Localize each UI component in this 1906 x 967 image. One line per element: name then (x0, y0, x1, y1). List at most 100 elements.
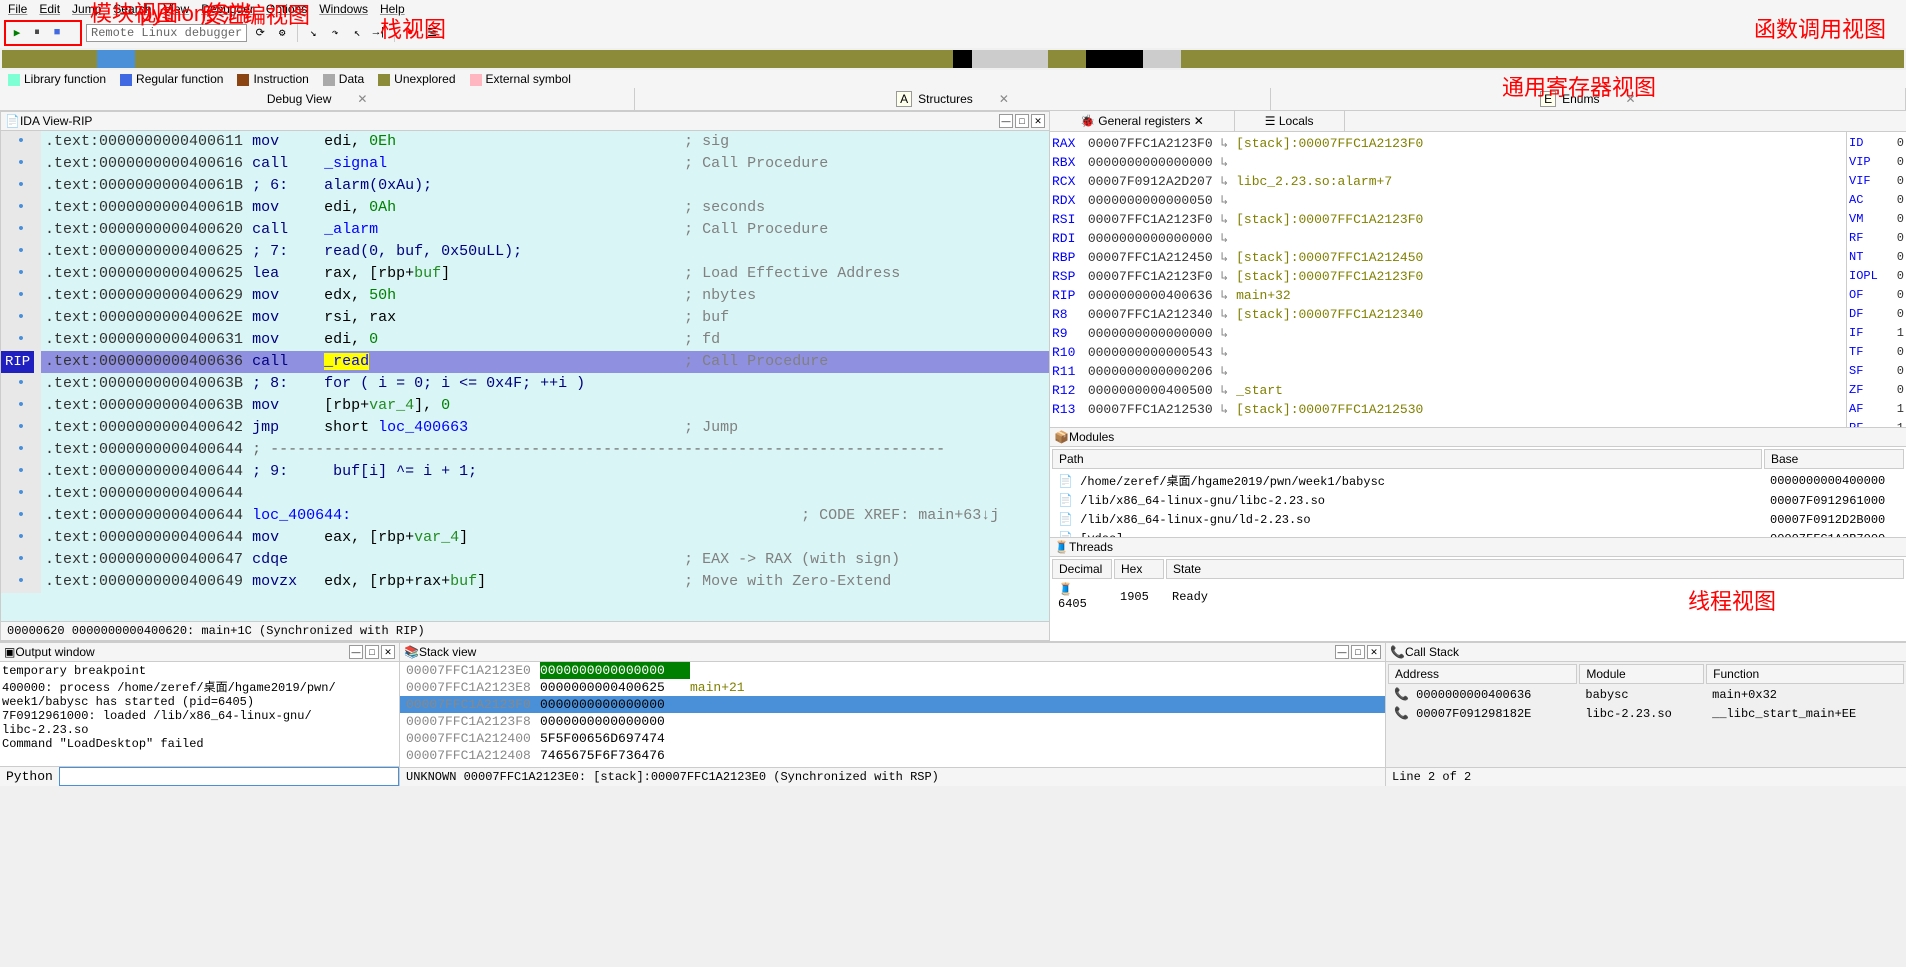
asm-line[interactable]: •.text:0000000000400649 movzx edx, [rbp+… (1, 571, 1049, 593)
modules-table[interactable]: PathBase 📄 /home/zeref/桌面/hgame2019/pwn/… (1050, 447, 1906, 549)
asm-line[interactable]: •.text:0000000000400625 lea rax, [rbp+bu… (1, 263, 1049, 285)
asm-line[interactable]: •.text:0000000000400629 mov edx, 50h ; n… (1, 285, 1049, 307)
callstack-table[interactable]: Address Module Function 📞 00000000004006… (1386, 662, 1906, 724)
register-row[interactable]: RIP 0000000000400636 ↳ main+32 (1052, 286, 1844, 305)
run-button[interactable]: ▶ (8, 24, 26, 42)
close-icon[interactable]: ✕ (381, 645, 395, 659)
output-body[interactable]: temporary breakpoint400000: process /hom… (0, 662, 399, 766)
menu-file[interactable]: File (8, 2, 27, 16)
tab-debug-view[interactable]: Debug View✕ (0, 88, 635, 110)
register-row[interactable]: R11 0000000000000206 ↳ (1052, 362, 1844, 381)
step-over-icon[interactable]: ↷ (326, 24, 344, 42)
flags-pane[interactable]: ID0VIP0VIF0AC0VM0RF0NT0IOPL0OF0DF0IF1TF0… (1846, 132, 1906, 427)
register-row[interactable]: R10 0000000000000543 ↳ (1052, 343, 1844, 362)
menu-options[interactable]: Options (266, 2, 307, 16)
asm-line[interactable]: •.text:0000000000400625 ; 7: read(0, buf… (1, 241, 1049, 263)
col-address[interactable]: Address (1388, 664, 1577, 684)
menu-help[interactable]: Help (380, 2, 405, 16)
flag-row[interactable]: NT0 (1849, 248, 1904, 267)
register-row[interactable]: R12 0000000000400500 ↳ _start (1052, 381, 1844, 400)
stack-row[interactable]: 00007FFC1A2124005F5F00656D697474 (400, 730, 1385, 747)
tab-structures[interactable]: AStructures✕ (635, 88, 1270, 110)
flag-row[interactable]: VIP0 (1849, 153, 1904, 172)
bp-list-icon[interactable]: ☰ (423, 24, 441, 42)
module-row[interactable]: 📄 /lib/x86_64-linux-gnu/ld-2.23.so00007F… (1052, 511, 1904, 528)
register-row[interactable]: R9 0000000000000000 ↳ (1052, 324, 1844, 343)
col-base[interactable]: Base (1764, 449, 1904, 469)
asm-line[interactable]: •.text:0000000000400616 call _signal ; C… (1, 153, 1049, 175)
col-hex[interactable]: Hex (1114, 559, 1164, 579)
disasm-view[interactable]: •.text:0000000000400611 mov edi, 0Eh ; s… (1, 131, 1049, 621)
register-row[interactable]: RBX 0000000000000000 ↳ (1052, 153, 1844, 172)
asm-line[interactable]: •.text:000000000040063B ; 8: for ( i = 0… (1, 373, 1049, 395)
flag-row[interactable]: AC0 (1849, 191, 1904, 210)
flag-row[interactable]: RF0 (1849, 229, 1904, 248)
menu-view[interactable]: View (163, 2, 189, 16)
asm-line[interactable]: •.text:0000000000400644 ; 9: buf[i] ^= i… (1, 461, 1049, 483)
asm-line[interactable]: •.text:0000000000400644 ; --------------… (1, 439, 1049, 461)
menu-edit[interactable]: Edit (39, 2, 60, 16)
refresh-icon[interactable]: ⟳ (251, 24, 269, 42)
stack-body[interactable]: 00007FFC1A2123E0000000000000000000007FFC… (400, 662, 1385, 767)
pause-button[interactable]: ⏸ (28, 24, 46, 42)
callstack-row[interactable]: 📞 00007F091298182Elibc-2.23.so__libc_sta… (1388, 705, 1904, 722)
asm-line[interactable]: •.text:0000000000400631 mov edi, 0 ; fd (1, 329, 1049, 351)
col-function[interactable]: Function (1706, 664, 1904, 684)
tab-locals[interactable]: ☰ Locals (1235, 111, 1345, 131)
stack-row[interactable]: 00007FFC1A2123E00000000000000000 (400, 662, 1385, 679)
threads-table[interactable]: Decimal Hex State 🧵 64051905Ready (1050, 557, 1906, 614)
flag-row[interactable]: VIF0 (1849, 172, 1904, 191)
maximize-icon[interactable]: □ (1015, 114, 1029, 128)
navigation-band[interactable] (2, 50, 1904, 68)
register-row[interactable]: RSP 00007FFC1A2123F0 ↳ [stack]:00007FFC1… (1052, 267, 1844, 286)
close-icon[interactable]: ✕ (1625, 92, 1635, 106)
asm-line[interactable]: RIP.text:0000000000400636 call _read ; C… (1, 351, 1049, 373)
flag-row[interactable]: ID0 (1849, 134, 1904, 153)
register-row[interactable]: RDI 0000000000000000 ↳ (1052, 229, 1844, 248)
module-row[interactable]: 📄 /lib/x86_64-linux-gnu/libc-2.23.so0000… (1052, 492, 1904, 509)
asm-line[interactable]: •.text:000000000040061B ; 6: alarm(0xAu)… (1, 175, 1049, 197)
minimize-icon[interactable]: — (349, 645, 363, 659)
flag-row[interactable]: ZF0 (1849, 381, 1904, 400)
asm-line[interactable]: •.text:0000000000400644 loc_400644: ; CO… (1, 505, 1049, 527)
flag-row[interactable]: OF0 (1849, 286, 1904, 305)
asm-line[interactable]: •.text:000000000040062E mov rsi, rax ; b… (1, 307, 1049, 329)
menu-debugger[interactable]: Debugger (201, 2, 254, 16)
python-input[interactable] (59, 767, 399, 786)
asm-line[interactable]: •.text:0000000000400611 mov edi, 0Eh ; s… (1, 131, 1049, 153)
close-icon[interactable]: ✕ (1031, 114, 1045, 128)
flag-row[interactable]: SF0 (1849, 362, 1904, 381)
settings-icon[interactable]: ⚙ (273, 24, 291, 42)
close-icon[interactable]: ✕ (357, 92, 367, 106)
asm-line[interactable]: •.text:0000000000400620 call _alarm ; Ca… (1, 219, 1049, 241)
thread-row[interactable]: 🧵 64051905Ready (1052, 581, 1904, 612)
maximize-icon[interactable]: □ (365, 645, 379, 659)
flag-row[interactable]: DF0 (1849, 305, 1904, 324)
flag-row[interactable]: TF0 (1849, 343, 1904, 362)
col-decimal[interactable]: Decimal (1052, 559, 1112, 579)
run-to-icon[interactable]: →| (370, 24, 388, 42)
tab-registers[interactable]: 🐞 General registers ✕ (1050, 111, 1235, 131)
debugger-select[interactable]: Remote Linux debugger (86, 24, 247, 42)
flag-row[interactable]: IF1 (1849, 324, 1904, 343)
module-row[interactable]: 📄 /home/zeref/桌面/hgame2019/pwn/week1/bab… (1052, 471, 1904, 490)
minimize-icon[interactable]: — (999, 114, 1013, 128)
stack-row[interactable]: 00007FFC1A2123E80000000000400625 main+21 (400, 679, 1385, 696)
register-row[interactable]: RCX 00007F0912A2D207 ↳ libc_2.23.so:alar… (1052, 172, 1844, 191)
flag-row[interactable]: AF1 (1849, 400, 1904, 419)
close-icon[interactable]: ✕ (1367, 645, 1381, 659)
register-row[interactable]: RDX 0000000000000050 ↳ (1052, 191, 1844, 210)
stack-row[interactable]: 00007FFC1A2123F00000000000000000 (400, 696, 1385, 713)
close-icon[interactable]: ✕ (1194, 114, 1204, 128)
asm-line[interactable]: •.text:000000000040063B mov [rbp+var_4],… (1, 395, 1049, 417)
col-module[interactable]: Module (1579, 664, 1704, 684)
step-out-icon[interactable]: ↖ (348, 24, 366, 42)
registers-list[interactable]: RAX 00007FFC1A2123F0 ↳ [stack]:00007FFC1… (1050, 132, 1846, 427)
step-into-icon[interactable]: ↘ (304, 24, 322, 42)
menu-jump[interactable]: Jump (72, 2, 101, 16)
flag-row[interactable]: VM0 (1849, 210, 1904, 229)
col-path[interactable]: Path (1052, 449, 1762, 469)
register-row[interactable]: RBP 00007FFC1A212450 ↳ [stack]:00007FFC1… (1052, 248, 1844, 267)
menu-windows[interactable]: Windows (319, 2, 368, 16)
asm-line[interactable]: •.text:0000000000400647 cdqe ; EAX -> RA… (1, 549, 1049, 571)
